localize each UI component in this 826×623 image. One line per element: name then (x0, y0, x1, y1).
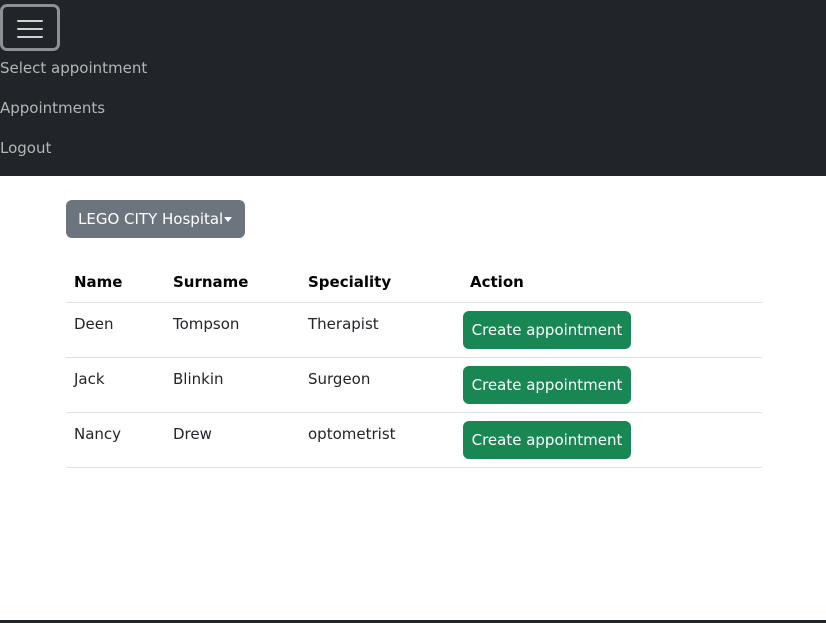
caret-down-icon (224, 217, 232, 222)
cell-name: Deen (66, 302, 165, 358)
cell-surname: Drew (165, 412, 300, 468)
create-appointment-button[interactable]: Create appointment (463, 365, 631, 404)
navbar: Select appointment Appointments Logout (0, 0, 826, 176)
table-header-row: Name Surname Speciality Action (66, 263, 762, 303)
column-header-action: Action (462, 263, 762, 303)
create-appointment-button[interactable]: Create appointment (463, 420, 631, 459)
column-header-name: Name (66, 263, 165, 303)
table-row: Deen Tompson Therapist Create appointmen… (66, 302, 762, 358)
nav-link-logout[interactable]: Logout (0, 139, 51, 157)
hamburger-menu-icon (17, 19, 43, 39)
cell-name: Nancy (66, 412, 165, 468)
table-row: Jack Blinkin Surgeon Create appointment (66, 357, 762, 413)
column-header-surname: Surname (165, 263, 300, 303)
cell-surname: Blinkin (165, 357, 300, 413)
navbar-toggler-button[interactable] (0, 4, 60, 51)
hospital-dropdown-label: LEGO CITY Hospital (78, 210, 224, 228)
cell-action: Create appointment (462, 357, 762, 413)
cell-surname: Tompson (165, 302, 300, 358)
nav-link-select-appointment[interactable]: Select appointment (0, 59, 147, 77)
hospital-dropdown-button[interactable]: LEGO CITY Hospital (66, 200, 245, 238)
column-header-speciality: Speciality (300, 263, 462, 303)
cell-action: Create appointment (462, 302, 762, 358)
cell-name: Jack (66, 357, 165, 413)
nav-link-appointments[interactable]: Appointments (0, 99, 105, 117)
cell-speciality: Surgeon (300, 357, 462, 413)
cell-action: Create appointment (462, 412, 762, 468)
doctors-table: Name Surname Speciality Action Deen Tomp… (66, 263, 762, 468)
create-appointment-button[interactable]: Create appointment (463, 310, 631, 349)
table-row: Nancy Drew optometrist Create appointmen… (66, 412, 762, 468)
cell-speciality: Therapist (300, 302, 462, 358)
cell-speciality: optometrist (300, 412, 462, 468)
